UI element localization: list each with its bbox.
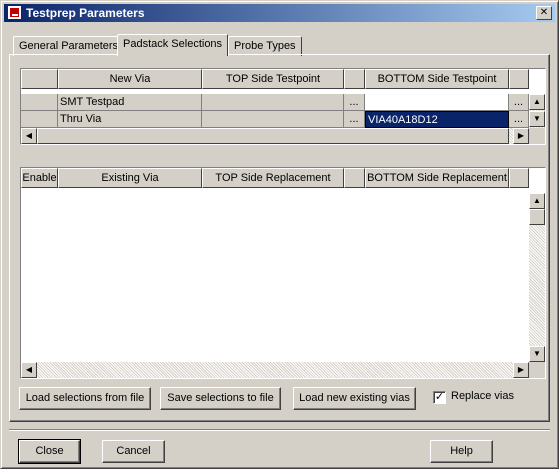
replacement-horizontal-scrollbar[interactable] <box>21 362 529 378</box>
top-testpoint-cell[interactable] <box>202 94 344 111</box>
header-spacer <box>509 168 529 188</box>
new-via-cell: Thru Via <box>58 111 202 128</box>
load-selections-button[interactable]: Load selections from file <box>19 387 151 410</box>
scroll-down-button[interactable]: ▼ <box>529 111 545 127</box>
scroll-left-button[interactable]: ◀ <box>21 128 37 144</box>
cancel-button[interactable]: Cancel <box>102 440 165 463</box>
scroll-left-button[interactable]: ◀ <box>21 362 37 378</box>
tab-label: Padstack Selections <box>123 38 223 50</box>
header-top-replacement[interactable]: TOP Side Replacement <box>202 168 344 188</box>
grid-corner <box>21 69 58 89</box>
row-selector[interactable] <box>21 94 58 111</box>
header-bottom-replacement[interactable]: BOTTOM Side Replacement <box>365 168 509 188</box>
new-via-grid: New Via TOP Side Testpoint BOTTOM Side T… <box>20 68 546 145</box>
footer-separator <box>9 429 550 431</box>
top-browse-button[interactable]: ... <box>344 94 365 111</box>
replacement-grid: Enable Existing Via TOP Side Replacement… <box>20 167 546 379</box>
top-browse-button[interactable]: ... <box>344 111 365 128</box>
scroll-down-button[interactable]: ▼ <box>529 346 545 362</box>
replace-vias-label[interactable]: Replace vias <box>451 390 514 402</box>
help-button[interactable]: Help <box>430 440 493 463</box>
horizontal-scroll-thumb[interactable] <box>37 128 509 144</box>
bottom-testpoint-cell-selected[interactable]: VIA40A18D12 <box>365 111 509 128</box>
header-existing-via[interactable]: Existing Via <box>58 168 202 188</box>
close-window-icon[interactable]: ✕ <box>536 6 552 20</box>
replace-vias-checkbox[interactable]: ✓ <box>433 391 446 404</box>
save-selections-button[interactable]: Save selections to file <box>160 387 281 410</box>
scroll-corner <box>529 128 545 144</box>
tab-general-parameters[interactable]: General Parameters <box>13 36 125 56</box>
header-top-testpoint[interactable]: TOP Side Testpoint <box>202 69 344 89</box>
header-spacer <box>344 69 365 89</box>
tab-probe-types[interactable]: Probe Types <box>228 36 302 56</box>
header-spacer <box>509 69 529 89</box>
load-existing-vias-button[interactable]: Load new existing vias <box>293 387 416 410</box>
scroll-up-button[interactable]: ▲ <box>529 193 545 209</box>
tab-padstack-selections[interactable]: Padstack Selections <box>117 34 229 56</box>
bottom-browse-button[interactable]: ... <box>509 94 529 111</box>
header-bottom-testpoint[interactable]: BOTTOM Side Testpoint <box>365 69 509 89</box>
scroll-up-button[interactable]: ▲ <box>529 94 545 110</box>
app-icon <box>7 5 22 20</box>
bottom-testpoint-cell[interactable] <box>365 94 509 111</box>
header-enable[interactable]: Enable <box>21 168 58 188</box>
tab-label: Probe Types <box>234 40 296 52</box>
new-via-cell: SMT Testpad <box>58 94 202 111</box>
title-bar[interactable]: Testprep Parameters ✕ <box>4 4 555 22</box>
header-new-via[interactable]: New Via <box>58 69 202 89</box>
scroll-right-button[interactable]: ▶ <box>513 128 529 144</box>
vertical-scroll-thumb[interactable] <box>529 209 545 225</box>
header-spacer <box>344 168 365 188</box>
bottom-browse-button[interactable]: ... <box>509 111 529 128</box>
tab-label: General Parameters <box>19 40 119 52</box>
dialog-window: Testprep Parameters ✕ General Parameters… <box>0 0 559 469</box>
scroll-right-button[interactable]: ▶ <box>513 362 529 378</box>
scroll-corner <box>529 362 545 378</box>
top-testpoint-cell[interactable] <box>202 111 344 128</box>
window-title: Testprep Parameters <box>26 6 145 20</box>
row-selector[interactable] <box>21 111 58 128</box>
close-button[interactable]: Close <box>18 439 81 464</box>
